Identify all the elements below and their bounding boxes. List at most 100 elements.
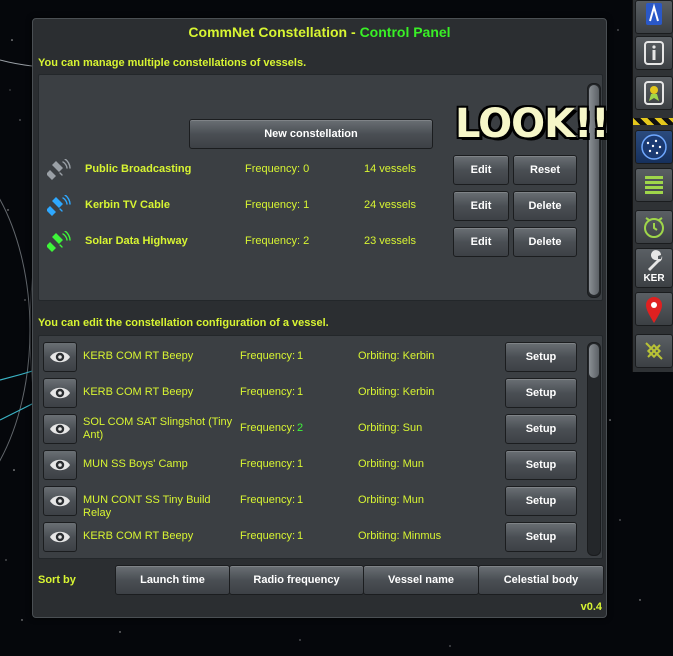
vessel-scrollbar[interactable] xyxy=(587,342,601,556)
eye-icon xyxy=(50,495,70,507)
constellation-row: Kerbin TV Cable Frequency: 1 24 vessels Edi… xyxy=(39,189,602,225)
delete-constellation-button[interactable]: Delete xyxy=(513,191,577,221)
vessel-row-partial xyxy=(39,556,602,559)
map-pin-icon xyxy=(636,293,672,332)
eye-icon xyxy=(50,423,70,435)
vessel-row: MUN SS Boys' Camp Frequency: 1 Orbiting: Mu… xyxy=(39,448,602,484)
view-vessel-button[interactable] xyxy=(43,342,77,372)
toolbar-button-map[interactable] xyxy=(635,0,673,34)
vessel-row: MUN CONT SS Tiny Build Relay Frequency: 1 O… xyxy=(39,484,602,520)
toolbar-button-commnet-constellation[interactable] xyxy=(635,130,673,164)
map-icon xyxy=(636,1,672,34)
commnet-constellation-icon xyxy=(636,131,672,168)
new-constellation-button[interactable]: New constellation xyxy=(189,119,433,149)
constellation-row: Solar Data Highway Frequency: 2 23 vessels… xyxy=(39,225,602,261)
vessel-frequency-label: Frequency: xyxy=(240,530,296,542)
constellation-frequency: Frequency: 2 xyxy=(245,235,310,247)
vessel-frequency-value: 1 xyxy=(297,458,304,470)
app-toolbar: KER xyxy=(632,0,673,372)
reward-icon xyxy=(636,77,672,114)
toolbar-button-alarm-clock[interactable] xyxy=(635,210,673,244)
vessel-frequency-value: 1 xyxy=(297,494,304,506)
vessel-orbit: Orbiting: Kerbin xyxy=(358,350,435,362)
sort-vessel-name-button[interactable]: Vessel name xyxy=(363,565,479,595)
version-label: v0.4 xyxy=(580,601,602,613)
look-annotation: LOOK!! xyxy=(455,101,610,147)
view-vessel-button[interactable] xyxy=(43,486,77,516)
satellite-icon xyxy=(46,158,71,186)
constellation-name: Kerbin TV Cable xyxy=(85,199,170,211)
toolbar-button-wrench[interactable]: KER xyxy=(635,248,673,288)
vessel-name: MUN CONT SS Tiny Build Relay xyxy=(83,494,211,519)
vessel-frequency-label: Frequency: xyxy=(240,422,296,434)
eye-icon xyxy=(50,351,70,363)
constellation-row: Public Broadcasting Frequency: 0 14 vessel… xyxy=(39,153,602,189)
vessel-frequency-value: 2 xyxy=(297,422,304,434)
constellation-vessel-count: 24 vessels xyxy=(364,199,416,211)
eye-icon xyxy=(50,531,70,543)
vessel-setup-button[interactable]: Setup xyxy=(505,486,577,516)
info-icon xyxy=(636,37,672,74)
constellations-info-text: You can manage multiple constellations o… xyxy=(38,57,307,69)
edit-constellation-button[interactable]: Edit xyxy=(453,191,509,221)
toolbar-button-map-pin[interactable] xyxy=(635,292,673,326)
vessel-frequency-value: 1 xyxy=(297,386,304,398)
constellation-name: Solar Data Highway xyxy=(85,235,188,247)
view-vessel-button[interactable] xyxy=(43,378,77,408)
reset-constellation-button[interactable]: Reset xyxy=(513,155,577,185)
vessel-orbit: Orbiting: Mun xyxy=(358,494,425,506)
vessel-setup-button[interactable]: Setup xyxy=(505,342,577,372)
eye-icon xyxy=(50,459,70,471)
commnet-constellation-window: CommNet Constellation - Control Panel Yo… xyxy=(32,18,610,618)
constellation-frequency: Frequency: 0 xyxy=(245,163,310,175)
vessel-row: KERB COM RT Beepy Frequency: 1 Orbiting: Ke… xyxy=(39,376,602,412)
satellite-icon xyxy=(636,335,672,372)
window-title: CommNet Constellation - Control Panel xyxy=(188,24,451,40)
vessel-setup-button[interactable]: Setup xyxy=(505,414,577,444)
vessel-scrollbar-thumb[interactable] xyxy=(589,344,599,378)
vessel-name: KERB COM RT Beepy xyxy=(83,386,194,398)
vessel-name: SOL COM SAT Slingshot (Tiny Ant) xyxy=(83,416,233,441)
edit-constellation-button[interactable]: Edit xyxy=(453,227,509,257)
vessel-orbit: Orbiting: Mun xyxy=(358,458,425,470)
sort-by-label: Sort by xyxy=(38,574,76,586)
toolbar-button-list[interactable] xyxy=(635,168,673,202)
view-vessel-button[interactable] xyxy=(43,450,77,480)
sort-celestial-body-button[interactable]: Celestial body xyxy=(478,565,604,595)
vessel-frequency-label: Frequency: xyxy=(240,350,296,362)
toolbar-hazard-divider xyxy=(633,118,673,125)
vessel-row: SOL COM SAT Slingshot (Tiny Ant) Frequenc… xyxy=(39,412,602,448)
eye-icon xyxy=(50,387,70,399)
vessel-name: KERB COM RT Beepy xyxy=(83,350,194,362)
view-vessel-button[interactable] xyxy=(43,522,77,552)
vessel-name: MUN SS Boys' Camp xyxy=(83,458,188,470)
vessel-setup-button[interactable]: Setup xyxy=(505,378,577,408)
vessel-setup-button[interactable] xyxy=(505,558,577,559)
sort-radio-frequency-button[interactable]: Radio frequency xyxy=(229,565,364,595)
view-vessel-button[interactable] xyxy=(43,414,77,444)
edit-constellation-button[interactable]: Edit xyxy=(453,155,509,185)
vessel-row: KERB COM RT Beepy Frequency: 1 Orbiting: Mi… xyxy=(39,520,602,556)
constellation-vessel-count: 23 vessels xyxy=(364,235,416,247)
vessels-info-text: You can edit the constellation configura… xyxy=(38,317,329,329)
vessel-frequency-value: 1 xyxy=(297,350,304,362)
vessel-frequency-value: 1 xyxy=(297,530,304,542)
sort-launch-time-button[interactable]: Launch time xyxy=(115,565,230,595)
wrench-icon xyxy=(636,249,672,276)
vessel-orbit: Orbiting: Kerbin xyxy=(358,386,435,398)
view-vessel-button[interactable] xyxy=(43,558,77,559)
satellite-icon xyxy=(46,230,71,258)
delete-constellation-button[interactable]: Delete xyxy=(513,227,577,257)
vessel-frequency-label: Frequency: xyxy=(240,386,296,398)
vessel-name: KERB COM RT Beepy xyxy=(83,530,194,542)
toolbar-button-info[interactable] xyxy=(635,36,673,70)
constellation-name: Public Broadcasting xyxy=(85,163,192,175)
vessel-setup-button[interactable]: Setup xyxy=(505,522,577,552)
vessel-setup-button[interactable]: Setup xyxy=(505,450,577,480)
constellation-vessel-count: 14 vessels xyxy=(364,163,416,175)
vessel-orbit: Orbiting: Minmus xyxy=(358,530,442,542)
toolbar-button-satellite[interactable] xyxy=(635,334,673,368)
alarm-clock-icon xyxy=(636,211,672,248)
toolbar-button-reward[interactable] xyxy=(635,76,673,110)
satellite-icon xyxy=(46,194,71,222)
